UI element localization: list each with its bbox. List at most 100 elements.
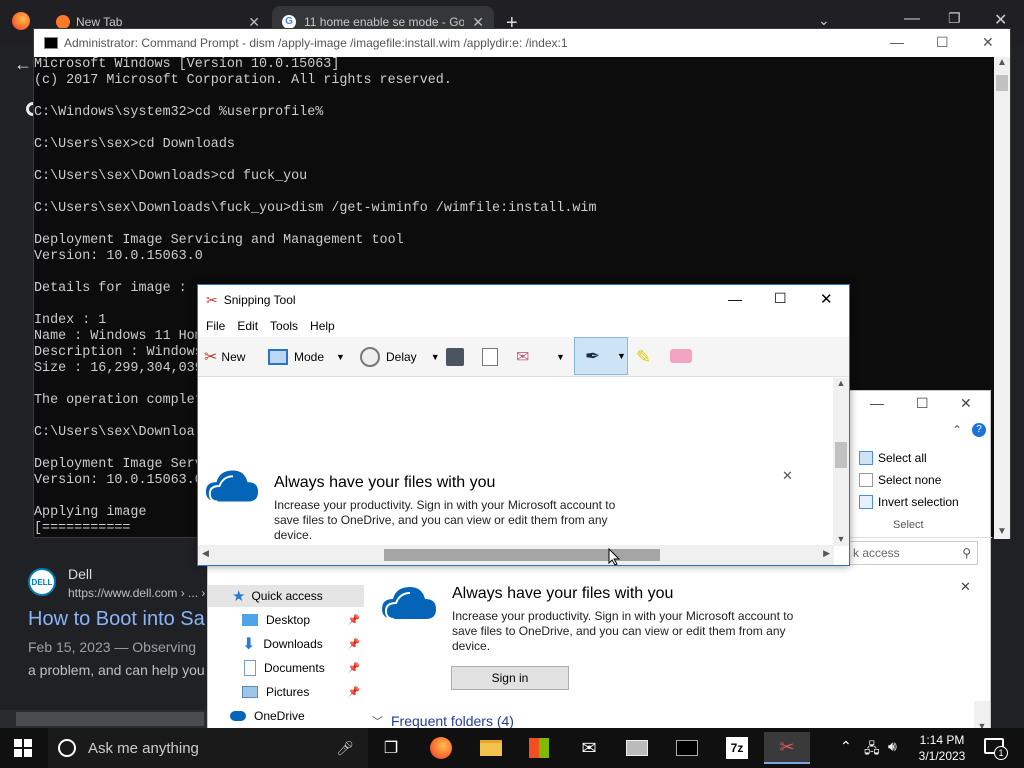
frequent-folders-header[interactable]: ﹀ Frequent folders (4): [372, 713, 514, 729]
close-button[interactable]: ✕: [960, 395, 972, 412]
maximize-button[interactable]: ☐: [936, 34, 949, 51]
pin-icon[interactable]: 📌: [348, 639, 360, 650]
nav-item-desktop[interactable]: Desktop 📌: [208, 609, 364, 631]
result-snippet-date: Feb 15, 2023 — Observing: [28, 639, 197, 655]
firefox-icon[interactable]: [12, 12, 30, 30]
notification-count-badge: 1: [994, 746, 1008, 760]
select-all-button[interactable]: Select all: [859, 451, 927, 465]
cmd-line: [34, 185, 996, 201]
pin-icon[interactable]: 📌: [348, 663, 360, 674]
menu-help[interactable]: Help: [310, 319, 335, 333]
chevron-down-icon[interactable]: ▼: [833, 534, 849, 544]
maximize-button[interactable]: ☐: [774, 290, 787, 307]
chevron-up-icon[interactable]: ▲: [833, 378, 849, 388]
nav-item-pictures[interactable]: Pictures 📌: [208, 681, 364, 703]
horizontal-scrollbar[interactable]: [0, 710, 207, 728]
file-explorer-taskbar-icon[interactable]: [468, 732, 514, 764]
microphone-icon[interactable]: 🎤︎: [336, 740, 354, 757]
task-view-icon[interactable]: ❐: [368, 732, 414, 764]
minimize-button[interactable]: —: [890, 34, 904, 50]
nav-item-onedrive[interactable]: OneDrive: [208, 709, 364, 723]
store-taskbar-icon[interactable]: [516, 732, 562, 764]
7zip-taskbar-icon[interactable]: 7z: [714, 732, 760, 764]
minimize-button[interactable]: —: [728, 291, 742, 307]
chevron-down-icon[interactable]: ⌄: [818, 12, 830, 29]
pen-icon: ✒: [585, 346, 601, 366]
snip-vertical-scrollbar[interactable]: ▲ ▼: [833, 378, 849, 546]
cmd-scrollbar[interactable]: ▲ ▼: [994, 57, 1010, 539]
taskbar-search-box[interactable]: Ask me anything 🎤︎: [48, 728, 368, 768]
mode-icon: [268, 349, 288, 365]
close-banner-button[interactable]: ✕: [960, 579, 971, 595]
scroll-thumb[interactable]: [996, 75, 1008, 91]
onedrive-cloud-icon: [204, 468, 260, 504]
maximize-button[interactable]: ☐: [916, 395, 929, 412]
snipping-tool-taskbar-icon[interactable]: ✂: [764, 732, 810, 764]
snipping-tool-window[interactable]: ✂ Snipping Tool — ☐ ✕ File Edit Tools He…: [197, 284, 850, 566]
volume-icon[interactable]: 🔊︎: [888, 738, 897, 755]
delay-button[interactable]: Delay ▼: [360, 345, 440, 369]
back-arrow-icon[interactable]: ←: [14, 54, 32, 75]
clock[interactable]: 1:14 PM 3/1/2023: [914, 732, 970, 764]
result-url[interactable]: https://www.dell.com › ... ›: [68, 586, 205, 600]
close-button[interactable]: ✕: [982, 34, 994, 51]
scissors-icon: ✂: [206, 291, 218, 308]
search-box[interactable]: k access ⚲: [846, 541, 978, 565]
firefox-taskbar-icon[interactable]: [418, 732, 464, 764]
chevron-up-icon[interactable]: ⌃: [840, 738, 852, 755]
select-none-button[interactable]: Select none: [859, 473, 941, 487]
result-favicon: DELL: [28, 568, 56, 596]
google-icon: G: [282, 15, 296, 29]
search-input[interactable]: k access: [853, 546, 900, 560]
menu-file[interactable]: File: [206, 319, 225, 333]
menu-tools[interactable]: Tools: [270, 319, 298, 333]
mode-button[interactable]: Mode ▼: [268, 345, 345, 369]
taskbar-search-input[interactable]: Ask me anything: [88, 740, 199, 757]
snip-title-bar[interactable]: ✂ Snipping Tool — ☐ ✕: [198, 285, 849, 315]
menu-edit[interactable]: Edit: [237, 319, 258, 333]
send-snip-icon[interactable]: ✉: [516, 345, 529, 369]
new-snip-button[interactable]: ✂ New: [204, 345, 245, 369]
firefox-tab-icon: [56, 15, 70, 29]
dropdown-arrow-icon[interactable]: ▼: [617, 351, 626, 361]
snip-canvas[interactable]: Always have your files with you Increase…: [198, 378, 834, 546]
minimize-button[interactable]: —: [870, 395, 884, 411]
scroll-thumb[interactable]: [835, 442, 847, 468]
save-icon[interactable]: [446, 348, 464, 366]
start-button[interactable]: [0, 732, 46, 764]
chevron-right-icon[interactable]: ▶: [823, 548, 830, 559]
nav-item-downloads[interactable]: ⬇ Downloads 📌: [208, 633, 364, 655]
minimize-button[interactable]: —: [904, 10, 920, 28]
chevron-down-icon[interactable]: ▼: [994, 526, 1010, 537]
mail-taskbar-icon[interactable]: ✉: [566, 732, 612, 764]
chevron-left-icon[interactable]: ◀: [202, 548, 209, 559]
app-taskbar-icon[interactable]: [614, 732, 660, 764]
dropdown-arrow-icon[interactable]: ▼: [336, 352, 345, 362]
cmd-title-bar[interactable]: Administrator: Command Prompt - dism /ap…: [34, 29, 1010, 57]
pen-button[interactable]: ✒ ▼: [574, 337, 628, 375]
copy-icon[interactable]: [482, 348, 498, 366]
sign-in-button[interactable]: Sign in: [451, 666, 569, 690]
nav-item-quick-access[interactable]: ★ Quick access: [208, 585, 364, 607]
cmd-line: [34, 153, 996, 169]
highlighter-icon[interactable]: ✎: [636, 345, 651, 369]
nav-item-documents[interactable]: Documents 📌: [208, 657, 364, 679]
pin-icon[interactable]: 📌: [348, 687, 360, 698]
cmd-taskbar-icon[interactable]: [664, 732, 710, 764]
pin-icon[interactable]: 📌: [348, 615, 360, 626]
dropdown-arrow-icon[interactable]: ▼: [431, 352, 440, 362]
close-banner-button[interactable]: ✕: [782, 468, 793, 484]
dropdown-arrow-icon[interactable]: ▼: [556, 345, 565, 369]
restore-button[interactable]: ❐: [948, 10, 961, 27]
invert-selection-button[interactable]: Invert selection: [859, 495, 959, 509]
select-all-label: Select all: [878, 451, 927, 465]
eraser-icon[interactable]: [670, 349, 692, 363]
close-button[interactable]: ✕: [994, 10, 1007, 30]
result-title-link[interactable]: How to Boot into Sa: [28, 608, 205, 631]
invert-selection-label: Invert selection: [878, 495, 959, 509]
chevron-up-icon[interactable]: ▲: [994, 57, 1010, 68]
close-button[interactable]: ✕: [820, 290, 833, 308]
download-arrow-icon: ⬇: [242, 636, 256, 653]
network-icon[interactable]: 🖧︎: [864, 738, 880, 762]
snip-horizontal-scrollbar[interactable]: ◀ ▶: [198, 545, 834, 565]
